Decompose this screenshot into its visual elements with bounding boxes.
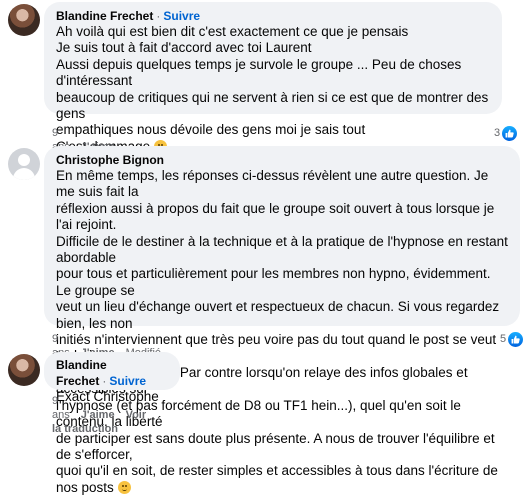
comment-actions: 9 ans J'aime Voir la traduction — [52, 394, 146, 436]
comment-line: veut un lieu d'échange ouvert et respect… — [56, 299, 503, 331]
avatar[interactable] — [8, 148, 40, 180]
reaction-count: 3 — [494, 127, 501, 139]
follow-button[interactable]: Suivre — [109, 374, 146, 388]
comment-header: Blandine Frechet · Suivre — [56, 8, 490, 24]
comment-line: En même temps, les réponses ci-dessus ré… — [56, 168, 492, 200]
smile-emoji — [117, 480, 131, 494]
comment-header: Blandine Frechet · Suivre — [56, 357, 168, 389]
comment-line: Je suis tout à fait d'accord avec toi La… — [56, 40, 312, 56]
comment-line: quoi qu'il en soit, de rester simples et… — [56, 463, 508, 496]
avatar[interactable] — [8, 4, 40, 36]
author-name[interactable]: Blandine Frechet — [56, 358, 107, 388]
follow-button[interactable]: Suivre — [163, 9, 200, 23]
like-button[interactable]: J'aime — [81, 409, 115, 421]
comment-bubble: Blandine Frechet · Suivre Exact Christophe — [44, 352, 180, 404]
thumbs-up-icon — [502, 125, 518, 141]
comment-line: Ah voilà qui est bien dit c'est exacteme… — [56, 24, 409, 39]
comment-header: Christophe Bignon — [56, 152, 508, 168]
avatar[interactable] — [8, 354, 40, 386]
author-name[interactable]: Christophe Bignon — [56, 153, 164, 167]
reaction-count: 5 — [500, 333, 507, 345]
reaction-summary[interactable]: 3 — [494, 124, 518, 142]
comment-line: beaucoup de critiques qui ne servent à r… — [56, 89, 493, 122]
separator: · — [102, 374, 107, 388]
timestamp[interactable]: 9 ans — [52, 395, 70, 421]
comment-bubble: Blandine Frechet · Suivre Ah voilà qui est… — [44, 2, 502, 154]
comment-line: réflexion aussi à propos du fait que le … — [56, 200, 499, 233]
comment-line: Aussi depuis quelques temps je survole l… — [56, 56, 466, 89]
author-name[interactable]: Blandine Frechet — [56, 9, 153, 23]
thumbs-up-icon — [508, 331, 524, 347]
comment-bubble: Christophe Bignon En même temps, les rép… — [44, 146, 520, 495]
separator: · — [156, 9, 161, 23]
reaction-summary[interactable]: 5 — [500, 330, 524, 348]
comment-line: Difficile de le destiner à la technique … — [56, 233, 512, 266]
comment-line: pour tous et particulièrement pour les m… — [56, 266, 495, 298]
